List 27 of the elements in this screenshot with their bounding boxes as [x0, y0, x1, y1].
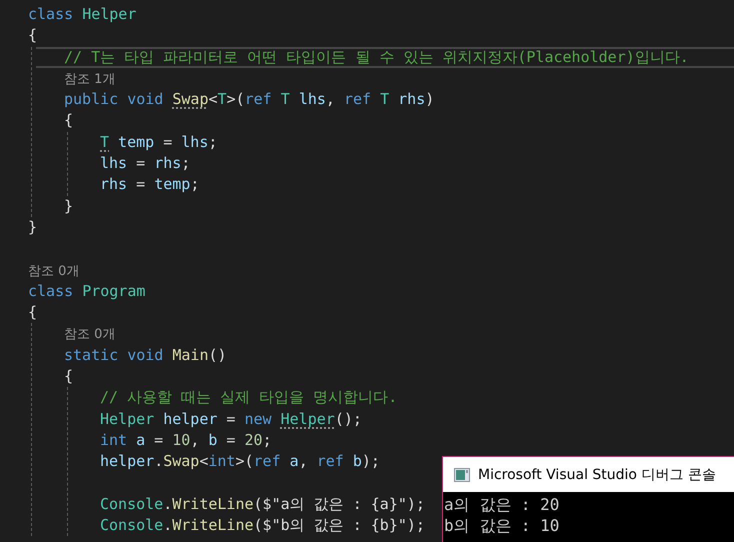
console-title: Microsoft Visual Studio 디버그 콘솔 [478, 466, 716, 484]
code-line: class Program [28, 280, 146, 302]
code-line: static void Main() [64, 344, 227, 366]
code-line: public void Swap<T>(ref T lhs, ref T rhs) [64, 89, 434, 110]
code-line: class Helper [28, 4, 136, 25]
code-line: // T는 타입 파라미터로 어떤 타입이든 될 수 있는 위치지정자(Placeholder)입니다. [64, 48, 689, 66]
console-output-line: a의 값은 : 20 [444, 494, 560, 515]
code-line: } [28, 216, 38, 238]
console-app-icon [454, 468, 470, 482]
code-line: { [28, 302, 38, 324]
code-line: lhs = rhs; [100, 153, 190, 174]
code-line: } [64, 196, 74, 217]
console-output-line: b의 값은 : 10 [444, 515, 560, 536]
reference-count[interactable]: 참조 0개 [64, 324, 116, 346]
code-line: { [64, 110, 74, 132]
code-line: T temp = lhs; [100, 132, 218, 153]
code-line: // 사용할 때는 실제 타입을 명시합니다. [100, 387, 398, 408]
reference-count[interactable]: 참조 1개 [64, 68, 116, 90]
code-line: rhs = temp; [100, 174, 200, 196]
code-line: int a = 10, b = 20; [100, 430, 272, 451]
code-line: Console.WriteLine($"a의 값은 : {a}"); [100, 494, 425, 515]
code-line: Console.WriteLine($"b의 값은 : {b}"); [100, 515, 425, 536]
code-line: { [28, 25, 38, 46]
code-line: helper.Swap<int>(ref a, ref b); [100, 451, 380, 472]
code-line: Helper helper = new Helper(); [100, 408, 362, 430]
code-line: { [64, 366, 74, 388]
reference-count[interactable]: 참조 0개 [28, 260, 80, 282]
